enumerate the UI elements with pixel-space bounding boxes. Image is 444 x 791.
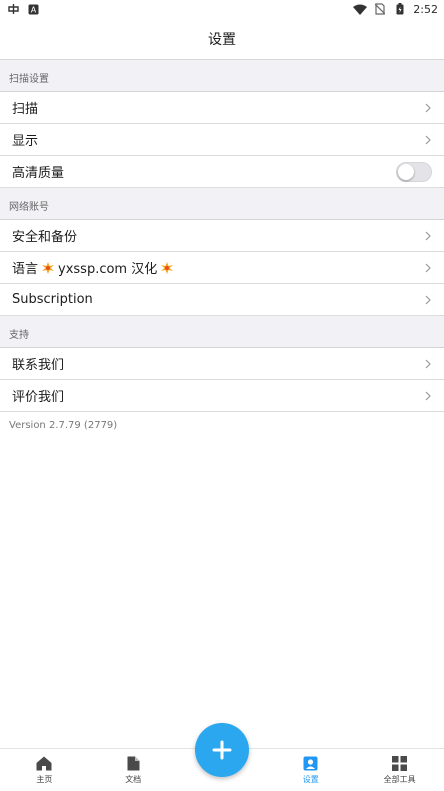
chevron-right-icon bbox=[425, 103, 431, 112]
row-label: 安全和备份 bbox=[12, 230, 78, 245]
section-header-scan: 扫描设置 bbox=[0, 60, 444, 92]
a-notification-icon: A bbox=[26, 3, 40, 15]
battery-icon bbox=[393, 3, 407, 15]
tab-all-tools[interactable]: 全部工具 bbox=[355, 749, 444, 791]
section-title: 扫描设置 bbox=[9, 74, 49, 85]
sparkle-icon bbox=[161, 261, 174, 274]
row-label: 评价我们 bbox=[12, 390, 65, 405]
grid-icon bbox=[392, 755, 408, 771]
row-scan[interactable]: 扫描 bbox=[0, 92, 444, 124]
tab-label: 全部工具 bbox=[383, 774, 416, 784]
row-label: 联系我们 bbox=[12, 358, 65, 373]
chevron-right-icon bbox=[425, 263, 431, 272]
document-icon bbox=[127, 756, 140, 770]
add-fab-button[interactable] bbox=[195, 723, 249, 777]
row-display[interactable]: 显示 bbox=[0, 124, 444, 156]
plus-icon bbox=[212, 740, 232, 760]
status-bar: A 2:52 bbox=[0, 0, 444, 18]
row-contact-us[interactable]: 联系我们 bbox=[0, 348, 444, 380]
row-label: 高清质量 bbox=[12, 166, 65, 181]
section-title: 支持 bbox=[9, 330, 29, 341]
wifi-icon bbox=[353, 3, 368, 15]
chevron-right-icon bbox=[425, 295, 431, 304]
row-label: 显示 bbox=[12, 134, 39, 149]
status-right: 2:52 bbox=[353, 3, 438, 16]
status-left: A bbox=[6, 3, 40, 15]
row-language[interactable]: 语言 yxssp.com 汉化 bbox=[0, 252, 444, 284]
home-icon bbox=[36, 756, 52, 770]
row-label-middle: yxssp.com 汉化 bbox=[58, 262, 158, 277]
tab-documents[interactable]: 文档 bbox=[89, 749, 178, 791]
settings-person-icon bbox=[303, 756, 318, 770]
app-notification-icon bbox=[6, 3, 20, 15]
tab-label: 设置 bbox=[302, 774, 319, 784]
toggle-knob bbox=[398, 163, 414, 180]
nav-bar: 设置 bbox=[0, 18, 444, 60]
section-title: 网络账号 bbox=[9, 202, 49, 213]
row-hd-quality: 高清质量 bbox=[0, 156, 444, 188]
row-subscription[interactable]: Subscription bbox=[0, 284, 444, 316]
language-label-group: 语言 yxssp.com 汉化 bbox=[12, 258, 174, 277]
row-label: 语言 bbox=[12, 262, 39, 277]
tab-label: 主页 bbox=[36, 774, 53, 784]
row-security-backup[interactable]: 安全和备份 bbox=[0, 220, 444, 252]
tab-label: 文档 bbox=[125, 774, 142, 784]
sparkle-icon bbox=[42, 261, 55, 274]
row-label: 扫描 bbox=[12, 102, 39, 117]
row-label: Subscription bbox=[12, 292, 93, 307]
chevron-right-icon bbox=[425, 231, 431, 240]
section-header-support: 支持 bbox=[0, 316, 444, 348]
tab-settings[interactable]: 设置 bbox=[266, 749, 355, 791]
row-rate-us[interactable]: 评价我们 bbox=[0, 380, 444, 412]
svg-text:A: A bbox=[30, 5, 36, 14]
hd-quality-toggle[interactable] bbox=[396, 161, 432, 182]
tab-home[interactable]: 主页 bbox=[0, 749, 89, 791]
section-header-network: 网络账号 bbox=[0, 188, 444, 220]
no-sim-icon bbox=[373, 3, 387, 15]
chevron-right-icon bbox=[425, 391, 431, 400]
status-time: 2:52 bbox=[413, 2, 438, 16]
chevron-right-icon bbox=[425, 359, 431, 368]
version-text: Version 2.7.79 (2779) bbox=[0, 412, 444, 439]
page-title: 设置 bbox=[208, 31, 236, 48]
chevron-right-icon bbox=[425, 135, 431, 144]
